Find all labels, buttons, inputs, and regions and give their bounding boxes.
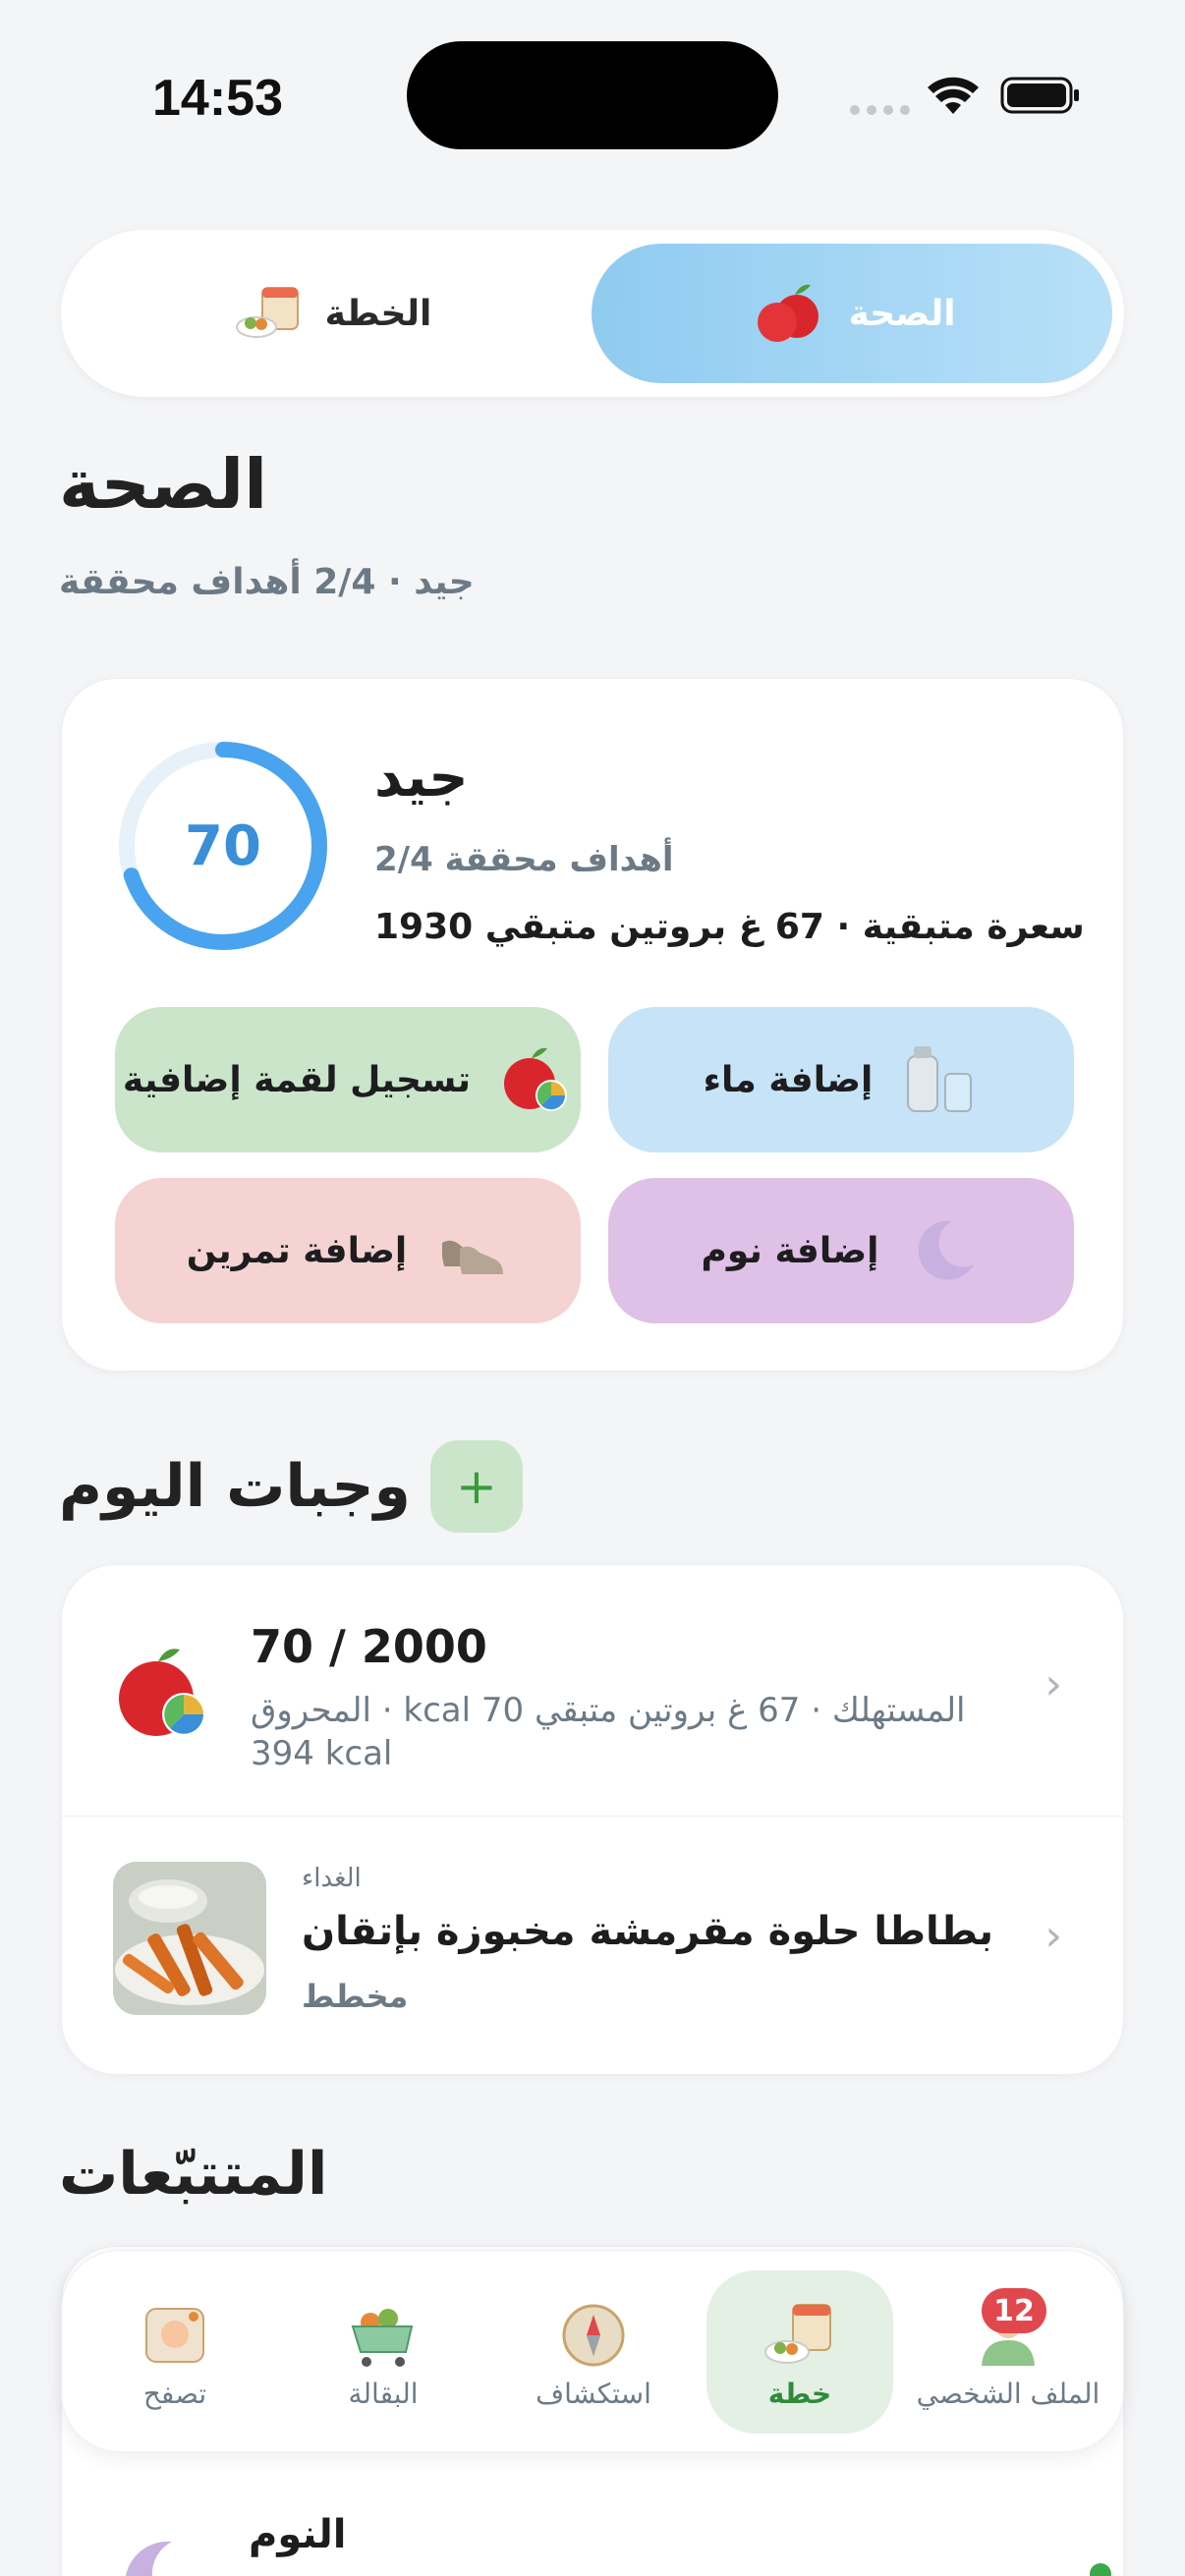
battery-icon — [1000, 77, 1079, 114]
goals-text: أهداف محققة 2/4 — [374, 840, 674, 879]
recipe-card-icon — [145, 2308, 204, 2363]
meals-header: وجبات اليوم + — [59, 1440, 523, 1533]
segment-plan-label: الخطة — [324, 293, 432, 334]
log-snack-label: تسجيل لقمة إضافية — [122, 1059, 472, 1100]
notification-badge: 12 — [982, 2288, 1046, 2333]
trackers-title: المتتبّعات — [59, 2140, 328, 2209]
tab-grocery-label: البقالة — [348, 2378, 419, 2410]
add-sleep-button[interactable]: إضافة نوم — [608, 1178, 1074, 1323]
meal-plan-icon — [235, 287, 299, 338]
add-sleep-label: إضافة نوم — [701, 1230, 879, 1271]
apple-icon — [758, 284, 819, 342]
segment-health-label: الصحة — [848, 293, 956, 334]
water-bottle-icon — [907, 1046, 973, 1112]
tab-browse-label: تصفح — [142, 2378, 207, 2410]
tab-bar: الملف الشخصي 12 خطة استكشاف البقالة تصفح — [61, 2250, 1124, 2452]
tab-browse[interactable]: تصفح — [82, 2270, 268, 2434]
tab-explore-label: استكشاف — [536, 2378, 651, 2410]
tab-profile[interactable]: الملف الشخصي 12 — [915, 2270, 1101, 2434]
add-exercise-label: إضافة تمرين — [186, 1230, 408, 1271]
moon-icon — [125, 2541, 172, 2576]
tab-profile-label: الملف الشخصي — [916, 2378, 1100, 2410]
page-subtitle: جيد · 2/4 أهداف محققة — [59, 562, 475, 602]
tab-explore[interactable]: استكشاف — [500, 2270, 687, 2434]
add-water-button[interactable]: إضافة ماء — [608, 1007, 1074, 1152]
moon-icon — [918, 1220, 974, 1280]
wifi-icon — [928, 77, 979, 114]
add-meal-button[interactable]: + — [429, 1440, 523, 1533]
meals-title: وجبات اليوم — [59, 1452, 411, 1521]
log-snack-button[interactable]: تسجيل لقمة إضافية — [115, 1007, 581, 1152]
status-time: 14:53 — [152, 70, 283, 127]
meals-card: 70 / 2000 المحروق · kcal 70 ‏المستهلك · … — [61, 1564, 1124, 2075]
add-exercise-button[interactable]: إضافة تمرين — [115, 1178, 581, 1323]
apple-chart-icon — [504, 1047, 568, 1111]
dynamic-island — [407, 41, 778, 149]
meal-item[interactable]: الغداء بطاطا حلوة مقرمشة مخبوزة بإتقان م… — [62, 1817, 1123, 2076]
remaining-text: سعرة متبقية · 67 غ بروتين متبقي 1930 — [374, 907, 1085, 947]
add-water-label: إضافة ماء — [703, 1059, 874, 1100]
plus-icon: + — [455, 1458, 497, 1515]
meal-type: الغداء — [302, 1864, 362, 1893]
cart-icon — [351, 2309, 414, 2367]
score-label: جيد — [374, 746, 469, 810]
segment-plan[interactable]: الخطة — [73, 244, 593, 383]
apple-chart-icon — [119, 1649, 205, 1736]
tab-plan-label: خطة — [767, 2378, 832, 2410]
calorie-summary: 70 / 2000 — [251, 1620, 487, 1673]
meal-name: بطاطا حلوة مقرمشة مخبوزة بإتقان — [302, 1909, 994, 1954]
status-bar: 14:53 — [0, 0, 1185, 187]
tab-plan[interactable]: خطة — [706, 2270, 893, 2434]
meal-plan-icon — [764, 2304, 831, 2364]
segment-control: الخطة الصحة — [61, 230, 1124, 397]
chevron-right-icon: › — [1044, 1911, 1062, 1961]
page-title: الصحة — [59, 444, 268, 525]
meal-status: مخطط — [302, 1978, 409, 2015]
segment-health[interactable]: الصحة — [592, 244, 1112, 383]
calorie-summary-row[interactable]: 70 / 2000 المحروق · kcal 70 ‏المستهلك · … — [62, 1565, 1123, 1817]
shoes-icon — [442, 1240, 504, 1274]
sleep-tracker-label: النوم — [249, 2512, 347, 2557]
compass-icon — [562, 2304, 625, 2367]
tab-grocery[interactable]: البقالة — [290, 2270, 477, 2434]
meal-photo — [113, 1862, 266, 2015]
status-dot — [1090, 2563, 1111, 2576]
signal-icon — [850, 105, 910, 115]
health-score-card: 70 جيد أهداف محققة 2/4 سعرة متبقية · 67 … — [61, 678, 1124, 1372]
chevron-right-icon: › — [1044, 1659, 1062, 1709]
calorie-details: المحروق · kcal 70 ‏المستهلك · 67 غ بروتي… — [251, 1691, 966, 1774]
score-value: 70 — [185, 813, 261, 878]
